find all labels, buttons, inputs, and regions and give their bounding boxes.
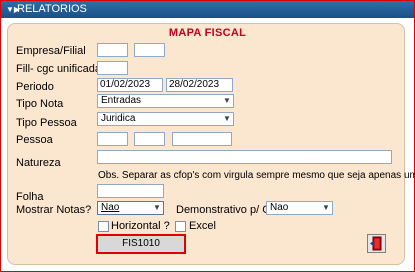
natureza-input[interactable] <box>97 150 392 164</box>
empresa-label: Empresa/Filial <box>16 45 86 57</box>
window-title: RELATORIOS <box>17 3 87 15</box>
tipo-nota-label: Tipo Nota <box>16 98 64 110</box>
chevron-down-icon: ▼ <box>153 203 161 212</box>
horizontal-checkbox[interactable] <box>98 221 109 232</box>
demonstrativo-value: Nao <box>270 202 289 213</box>
folha-label: Folha <box>16 191 44 203</box>
exit-button[interactable] <box>367 234 386 253</box>
demonstrativo-select[interactable]: Nao ▼ <box>266 201 333 215</box>
mostrar-notas-value: Nao <box>101 202 120 213</box>
section-title: MAPA FISCAL <box>168 27 247 39</box>
horizontal-label: Horizontal ? <box>111 220 170 232</box>
chevron-down-icon: ▼ <box>223 96 231 105</box>
folha-input[interactable] <box>97 184 164 198</box>
exit-door-icon <box>370 236 382 251</box>
periodo-end-input[interactable]: 28/02/2023 <box>166 78 233 92</box>
tipo-pessoa-select[interactable]: Juridica ▼ <box>97 112 234 126</box>
mostrar-notas-select[interactable]: Nao ▼ <box>97 201 164 215</box>
filial-cgc-label: Fill- cgc unificada <box>16 63 101 75</box>
filial-input[interactable] <box>134 43 165 57</box>
chevron-down-icon: ▼ <box>322 203 330 212</box>
pessoa-input-3[interactable] <box>172 132 232 146</box>
filial-cgc-input[interactable] <box>97 61 128 75</box>
fis1010-button[interactable]: FIS1010 <box>96 234 186 254</box>
pessoa-input-2[interactable] <box>134 132 165 146</box>
periodo-label: Periodo <box>16 81 54 93</box>
tipo-nota-select[interactable]: Entradas ▼ <box>97 94 234 108</box>
tipo-pessoa-value: Juridica <box>101 113 136 124</box>
pessoa-label: Pessoa <box>16 134 53 146</box>
obs-note: Obs. Separar as cfop's com virgula sempr… <box>98 170 415 181</box>
pessoa-input-1[interactable] <box>97 132 128 146</box>
tipo-pessoa-label: Tipo Pessoa <box>16 117 77 129</box>
title-bar: ▼▶ RELATORIOS <box>1 1 414 18</box>
mostrar-notas-label: Mostrar Notas? <box>16 204 92 216</box>
natureza-label: Natureza <box>16 157 61 169</box>
periodo-start-input[interactable]: 01/02/2023 <box>97 78 163 92</box>
tipo-nota-value: Entradas <box>101 95 142 106</box>
excel-checkbox[interactable] <box>175 221 186 232</box>
excel-label: Excel <box>189 220 216 232</box>
empresa-input[interactable] <box>97 43 128 57</box>
chevron-down-icon: ▼ <box>223 114 231 123</box>
